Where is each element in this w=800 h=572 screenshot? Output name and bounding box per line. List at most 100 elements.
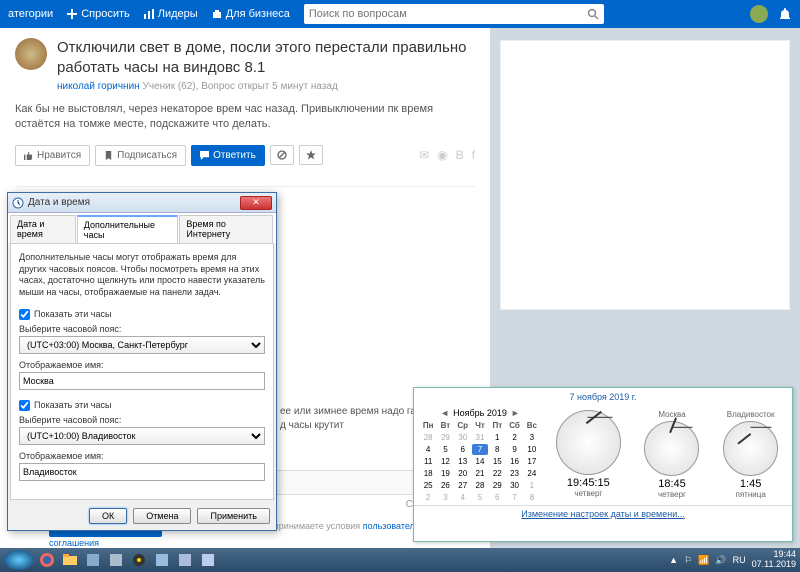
taskbar-explorer[interactable] [60, 550, 80, 570]
cal-day[interactable]: 7 [506, 492, 522, 503]
dialog-titlebar[interactable]: Дата и время ✕ [8, 193, 276, 213]
cal-month[interactable]: Ноябрь 2019 [453, 408, 507, 418]
taskbar-app-3[interactable] [129, 550, 149, 570]
nav-leaders[interactable]: Лидеры [144, 8, 198, 20]
taskbar[interactable]: ▲ ⚐ 📶 🔊 RU 19:44 07.11.2019 [0, 548, 800, 572]
cal-day[interactable]: 6 [489, 492, 505, 503]
share-fb-icon[interactable]: f [472, 148, 475, 162]
cal-day[interactable]: 10 [524, 444, 540, 455]
cal-day[interactable]: 16 [506, 456, 522, 467]
taskbar-firefox[interactable] [37, 550, 57, 570]
author-avatar[interactable] [15, 38, 47, 70]
star-button[interactable] [299, 145, 323, 165]
block-button[interactable] [270, 145, 294, 165]
cal-day[interactable]: 11 [420, 456, 436, 467]
taskbar-app-2[interactable] [106, 550, 126, 570]
cal-day[interactable]: 15 [489, 456, 505, 467]
cal-day[interactable]: 8 [489, 444, 505, 455]
cal-day[interactable]: 9 [506, 444, 522, 455]
tab-datetime[interactable]: Дата и время [10, 215, 76, 243]
tray-lang[interactable]: RU [733, 555, 746, 565]
taskbar-app-6[interactable] [198, 550, 218, 570]
tab-internet-time[interactable]: Время по Интернету [179, 215, 273, 243]
cal-day[interactable]: 25 [420, 480, 436, 491]
answer-button[interactable]: Ответить [191, 145, 265, 166]
cal-day[interactable]: 30 [506, 480, 522, 491]
cal-day[interactable]: 28 [420, 432, 436, 443]
cal-day[interactable]: 4 [420, 444, 436, 455]
ok-button[interactable]: ОК [89, 508, 127, 524]
search-icon[interactable] [587, 8, 599, 20]
cal-next[interactable]: ► [511, 408, 520, 418]
tray-network-icon[interactable]: 📶 [698, 555, 709, 566]
cal-day[interactable]: 1 [489, 432, 505, 443]
tz-select-2[interactable]: (UTC+10:00) Владивосток [19, 427, 265, 445]
bell-icon[interactable] [778, 7, 792, 21]
nav-ask[interactable]: Спросить [67, 8, 130, 20]
tray-clock[interactable]: 19:44 07.11.2019 [752, 550, 796, 570]
tray-flag-icon[interactable]: ⚐ [684, 555, 692, 566]
tray-volume-icon[interactable]: 🔊 [715, 555, 726, 566]
cal-day[interactable]: 17 [524, 456, 540, 467]
tab-extra-clocks[interactable]: Дополнительные часы [77, 215, 179, 243]
apply-button[interactable]: Применить [197, 508, 270, 524]
cal-day[interactable]: 14 [472, 456, 488, 467]
taskbar-app-4[interactable] [152, 550, 172, 570]
user-avatar[interactable] [750, 5, 768, 23]
taskbar-tray[interactable]: ▲ ⚐ 📶 🔊 RU 19:44 07.11.2019 [669, 550, 796, 570]
cal-day[interactable]: 18 [420, 468, 436, 479]
cal-day[interactable]: 3 [524, 432, 540, 443]
cal-day[interactable]: 26 [437, 480, 453, 491]
close-button[interactable]: ✕ [240, 196, 272, 210]
share-ok-icon[interactable]: ◉ [437, 148, 447, 162]
cal-day[interactable]: 24 [524, 468, 540, 479]
cal-day[interactable]: 28 [472, 480, 488, 491]
cal-day[interactable]: 5 [472, 492, 488, 503]
cal-day[interactable]: 21 [472, 468, 488, 479]
cal-day[interactable]: 27 [455, 480, 471, 491]
cal-day[interactable]: 13 [455, 456, 471, 467]
tz-select-1[interactable]: (UTC+03:00) Москва, Санкт-Петербург [19, 336, 265, 354]
start-button[interactable] [4, 550, 34, 570]
share-vk-icon[interactable]: B [456, 148, 464, 162]
cal-day[interactable]: 8 [524, 492, 540, 503]
cal-day[interactable]: 4 [455, 492, 471, 503]
author-link[interactable]: николай горичнин [57, 81, 140, 92]
share-mail-icon[interactable]: ✉ [419, 148, 429, 162]
cal-day[interactable]: 3 [437, 492, 453, 503]
cal-prev[interactable]: ◄ [440, 408, 449, 418]
cal-day[interactable]: 1 [524, 480, 540, 491]
tray-arrow-icon[interactable]: ▲ [669, 555, 678, 565]
cal-day[interactable]: 20 [455, 468, 471, 479]
cal-day[interactable]: 12 [437, 456, 453, 467]
cancel-button[interactable]: Отмена [133, 508, 191, 524]
search-input[interactable] [309, 8, 587, 20]
show-clock-1[interactable]: Показать эти часы [19, 309, 265, 320]
cal-day[interactable]: 2 [506, 432, 522, 443]
question-body: Как бы не выстовлял, через некаторое вре… [15, 102, 475, 133]
cal-day[interactable]: 6 [455, 444, 471, 455]
cal-day[interactable]: 5 [437, 444, 453, 455]
search-box[interactable] [304, 4, 604, 24]
show-clock-2[interactable]: Показать эти часы [19, 400, 265, 411]
cal-day[interactable]: 29 [437, 432, 453, 443]
taskbar-app-5[interactable] [175, 550, 195, 570]
cal-day[interactable]: 22 [489, 468, 505, 479]
cal-day[interactable]: 19 [437, 468, 453, 479]
cal-day[interactable]: 2 [420, 492, 436, 503]
like-button[interactable]: Нравится [15, 145, 90, 166]
cal-day[interactable]: 7 [472, 444, 488, 455]
subscribe-button[interactable]: Подписаться [95, 145, 186, 166]
change-settings-link[interactable]: Изменение настроек даты и времени... [521, 509, 684, 519]
cal-day[interactable]: 29 [489, 480, 505, 491]
name-input-2[interactable] [19, 463, 265, 481]
name-input-1[interactable] [19, 372, 265, 390]
cal-day[interactable]: 30 [455, 432, 471, 443]
cal-day[interactable]: 23 [506, 468, 522, 479]
nav-business[interactable]: Для бизнеса [212, 8, 290, 20]
calendar-grid[interactable]: ПнВтСрЧтПтСбВс28293031123456789101112131… [420, 420, 540, 503]
taskbar-app-1[interactable] [83, 550, 103, 570]
nav-categories[interactable]: атегории [8, 8, 53, 20]
clock-local: 19:45:15 четверг [556, 408, 621, 503]
cal-day[interactable]: 31 [472, 432, 488, 443]
